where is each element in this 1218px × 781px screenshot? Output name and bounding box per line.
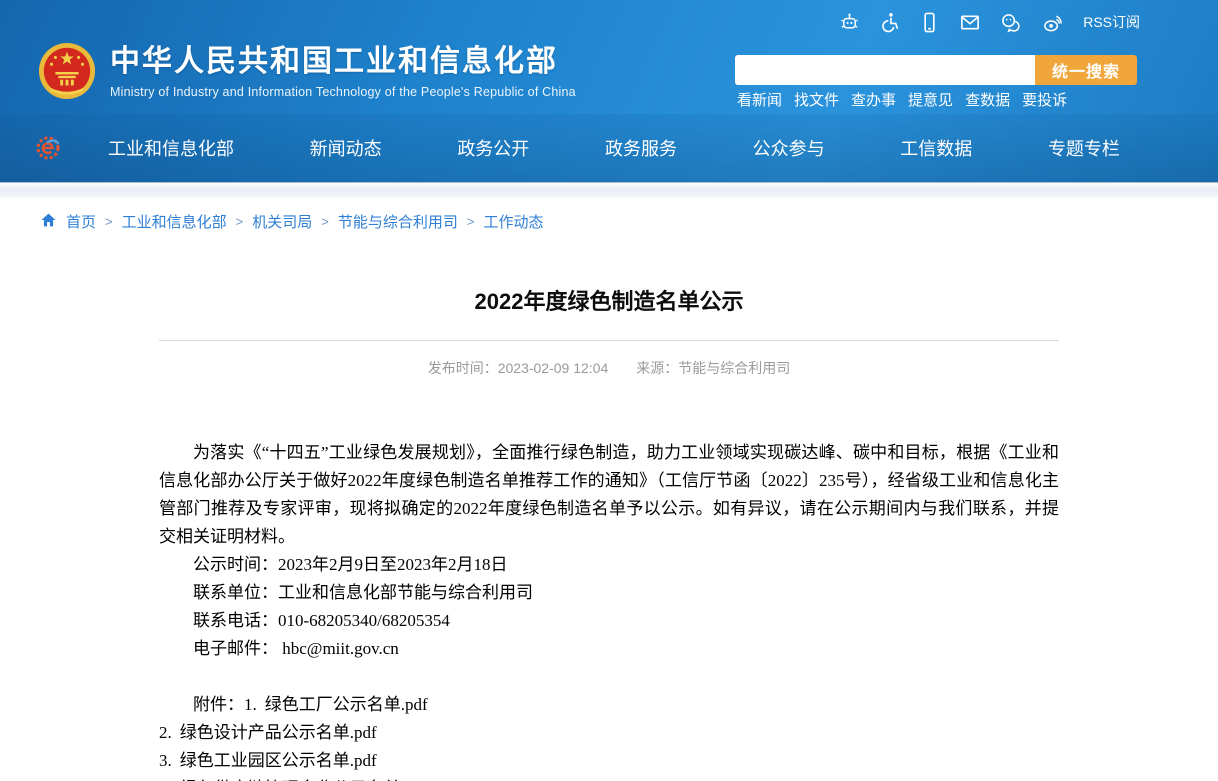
quick-link-data[interactable]: 查数据 xyxy=(965,89,1010,110)
quick-link-news[interactable]: 看新闻 xyxy=(737,89,782,110)
national-emblem-logo xyxy=(38,42,96,100)
site-subtitle: Ministry of Industry and Information Tec… xyxy=(110,85,576,99)
mail-icon[interactable] xyxy=(958,11,982,34)
nav-item-miit[interactable]: 工业和信息化部 xyxy=(108,135,234,161)
source-label: 来源： xyxy=(636,360,678,376)
nav-item-gov-services[interactable]: 政务服务 xyxy=(605,135,677,161)
attachments-first-line: 附件：1.绿色工厂公示名单.pdf xyxy=(159,691,1059,719)
breadcrumb-separator: > xyxy=(467,214,475,229)
nav-item-gov-disclosure[interactable]: 政务公开 xyxy=(457,135,529,161)
header-shadow-divider xyxy=(0,182,1218,198)
search-button[interactable]: 统一搜索 xyxy=(1035,55,1137,85)
quick-links: 看新闻 找文件 查办事 提意见 查数据 要投诉 xyxy=(737,89,1067,110)
weibo-icon[interactable] xyxy=(1041,11,1066,34)
rss-subscribe-link[interactable]: RSS订阅 xyxy=(1083,12,1140,32)
nav-items: 工业和信息化部 新闻动态 政务公开 政务服务 公众参与 工信数据 专题专栏 xyxy=(108,114,1120,182)
article-meta: 发布时间：2023-02-09 12:04 来源：节能与综合利用司 xyxy=(159,358,1059,378)
breadcrumb-home[interactable]: 首页 xyxy=(66,211,96,232)
article-paragraph: 为落实《“十四五”工业绿色发展规划》，全面推行绿色制造，助力工业领域实现碳达峰、… xyxy=(159,439,1059,551)
publish-time-value: 2023-02-09 12:04 xyxy=(498,360,609,376)
breadcrumb-departments[interactable]: 机关司局 xyxy=(252,211,312,232)
search-input[interactable] xyxy=(735,55,1035,85)
breadcrumb-miit[interactable]: 工业和信息化部 xyxy=(122,211,227,232)
contact-phone-line: 联系电话：010-68205340/68205354 xyxy=(159,607,1059,635)
breadcrumb-separator: > xyxy=(105,214,113,229)
breadcrumb-separator: > xyxy=(321,214,329,229)
attachment-link[interactable]: 3.绿色工业园区公示名单.pdf xyxy=(159,747,1059,775)
wechat-icon[interactable] xyxy=(999,11,1024,34)
publicity-period-line: 公示时间：2023年2月9日至2023年2月18日 xyxy=(159,551,1059,579)
breadcrumb: 首页 > 工业和信息化部 > 机关司局 > 节能与综合利用司 > 工作动态 xyxy=(0,198,1218,244)
site-header: RSS订阅 中华人民共和国工业和信息化部 Ministry of In xyxy=(0,0,1218,182)
nav-item-special-topics[interactable]: 专题专栏 xyxy=(1048,135,1120,161)
publish-time-label: 发布时间： xyxy=(428,360,498,376)
nav-item-public-participation[interactable]: 公众参与 xyxy=(753,135,825,161)
nav-item-industry-data[interactable]: 工信数据 xyxy=(900,135,972,161)
article-body: 为落实《“十四五”工业绿色发展规划》，全面推行绿色制造，助力工业领域实现碳达峰、… xyxy=(159,439,1059,781)
quick-link-services[interactable]: 查办事 xyxy=(851,89,896,110)
quick-link-suggestions[interactable]: 提意见 xyxy=(908,89,953,110)
miit-e-logo-icon xyxy=(34,134,62,162)
attachments-label: 附件： xyxy=(193,695,244,714)
quick-link-files[interactable]: 找文件 xyxy=(794,89,839,110)
article: 2022年度绿色制造名单公示 发布时间：2023-02-09 12:04 来源：节… xyxy=(159,284,1059,781)
site-titles: 中华人民共和国工业和信息化部 Ministry of Industry and … xyxy=(110,44,576,99)
nav-item-news[interactable]: 新闻动态 xyxy=(310,135,382,161)
home-icon[interactable] xyxy=(40,212,57,232)
search-area: 统一搜索 xyxy=(735,55,1137,85)
mobile-icon[interactable] xyxy=(918,11,941,34)
topbar: RSS订阅 xyxy=(838,8,1140,36)
quick-link-complaints[interactable]: 要投诉 xyxy=(1022,89,1067,110)
attachment-link[interactable]: 1.绿色工厂公示名单.pdf xyxy=(244,695,428,714)
accessibility-icon[interactable] xyxy=(878,11,901,34)
contact-unit-line: 联系单位：工业和信息化部节能与综合利用司 xyxy=(159,579,1059,607)
main-nav: 工业和信息化部 新闻动态 政务公开 政务服务 公众参与 工信数据 专题专栏 xyxy=(0,114,1218,183)
contact-email-line: 电子邮件： hbc@miit.gov.cn xyxy=(159,635,1059,663)
attachment-link[interactable]: 4.绿色供应链管理企业公示名单.pdf xyxy=(159,775,1059,781)
attachment-link[interactable]: 2.绿色设计产品公示名单.pdf xyxy=(159,719,1059,747)
title-divider xyxy=(159,340,1059,341)
assistant-robot-icon[interactable] xyxy=(838,11,861,34)
source-value: 节能与综合利用司 xyxy=(678,360,790,376)
breadcrumb-energy-dept[interactable]: 节能与综合利用司 xyxy=(338,211,458,232)
page: RSS订阅 中华人民共和国工业和信息化部 Ministry of In xyxy=(0,0,1218,781)
breadcrumb-work-updates[interactable]: 工作动态 xyxy=(483,211,543,232)
breadcrumb-separator: > xyxy=(236,214,244,229)
spacer-line xyxy=(159,663,1059,691)
article-title: 2022年度绿色制造名单公示 xyxy=(159,284,1059,316)
site-title: 中华人民共和国工业和信息化部 xyxy=(110,44,576,80)
